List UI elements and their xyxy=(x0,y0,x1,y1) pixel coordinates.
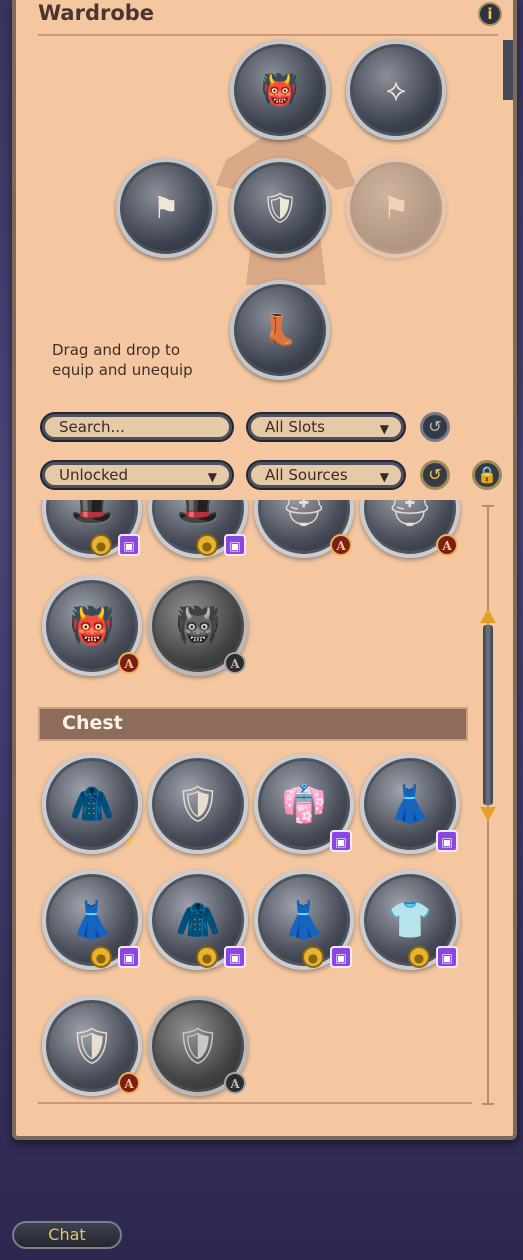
slot-filter-value: All Slots xyxy=(265,418,325,436)
right-hand-slot[interactable]: ⚑ xyxy=(346,158,446,258)
panel-title: Wardrobe xyxy=(38,1,155,25)
item-tile[interactable]: 🛡 A xyxy=(148,996,248,1096)
item-tile[interactable]: 👗 ▣ xyxy=(360,754,460,854)
item-tile[interactable]: ⛑ A xyxy=(360,500,460,558)
item-tile[interactable]: 👹 A xyxy=(148,576,248,676)
chevron-down-icon: ▼ xyxy=(379,422,389,436)
achievement-icon: A xyxy=(118,1072,140,1094)
oni-mask-helmet-icon: 👹 xyxy=(261,72,299,108)
banner-staff-faded-icon: ⚑ xyxy=(382,190,410,226)
item-tile[interactable]: 👗 ● ▣ xyxy=(42,870,142,970)
scrollbar-thumb-bar xyxy=(483,625,493,805)
hat-icon: 🎩 xyxy=(69,500,115,529)
title-divider xyxy=(38,34,498,36)
section-header-chest: Chest xyxy=(38,707,468,741)
item-tile[interactable]: 👗 ● ▣ xyxy=(254,870,354,970)
chat-button[interactable]: Chat xyxy=(12,1221,122,1249)
twitch-icon: ▣ xyxy=(436,830,458,852)
info-icon[interactable]: i xyxy=(478,2,502,26)
chevron-down-icon: ▼ xyxy=(207,470,217,484)
left-hand-slot[interactable]: ⚑ xyxy=(116,158,216,258)
achievement-icon: A xyxy=(118,652,140,674)
scroll-up-arrow-icon xyxy=(480,609,496,623)
twitch-icon: ▣ xyxy=(330,946,352,968)
status-filter-value: Unlocked xyxy=(59,466,128,484)
coin-icon: ● xyxy=(196,946,218,968)
drag-hint-line1: Drag and drop to xyxy=(52,341,181,359)
scrollbar-cap-top xyxy=(482,505,494,507)
red-armor-chest-icon: 🛡 xyxy=(260,190,300,226)
coin-icon: ● xyxy=(196,534,218,556)
blue-dress-chest-icon: 👗 xyxy=(69,900,115,941)
twitch-icon: ▣ xyxy=(436,946,458,968)
white-dress-chest-icon: 👗 xyxy=(281,900,327,941)
twitch-icon: ▣ xyxy=(224,534,246,556)
achievement-icon: A xyxy=(224,1072,246,1094)
oni-mask-helmet-icon: 👹 xyxy=(69,606,115,647)
source-filter-value: All Sources xyxy=(265,466,348,484)
twitch-icon: ▣ xyxy=(118,946,140,968)
item-tile[interactable]: 👕 ● ▣ xyxy=(360,870,460,970)
red-armor-chest-icon: 🛡 xyxy=(69,1026,115,1067)
coin-icon: ● xyxy=(90,534,112,556)
feet-slot[interactable]: 👢 xyxy=(230,280,330,380)
chevron-down-icon: ▼ xyxy=(379,470,389,484)
hat-icon: 🎩 xyxy=(175,500,221,529)
wardrobe-panel: Wardrobe i 👹 ⟡ ⚑ 🛡 ⚑ 👢 Drag and drop to … xyxy=(12,0,517,1140)
lock-icon[interactable]: 🔒 xyxy=(472,460,502,490)
source-filter-dropdown[interactable]: All Sources ▼ xyxy=(248,462,404,488)
bow-icon: ➶ xyxy=(230,830,244,849)
oni-mask-helmet-grey-icon: 👹 xyxy=(175,606,221,647)
scrollbar[interactable] xyxy=(480,505,496,1105)
drag-hint: Drag and drop to equip and unequip xyxy=(52,340,193,380)
item-tile[interactable]: 👹 A xyxy=(42,576,142,676)
item-tile[interactable]: 🛡 A xyxy=(42,996,142,1096)
shirt-vest-chest-icon: 👕 xyxy=(387,900,433,941)
drag-hint-line2: equip and unequip xyxy=(52,361,193,379)
reset-filters-icon[interactable]: ↺ xyxy=(420,460,450,490)
red-boots-icon: 👢 xyxy=(261,312,299,348)
back-slot[interactable]: ⟡ xyxy=(346,40,446,140)
helmet-icon: ⛑ xyxy=(281,500,327,529)
coin-icon: ● xyxy=(90,946,112,968)
item-tile[interactable]: ⛑ A xyxy=(254,500,354,558)
banner-staff-icon: ⚑ xyxy=(152,190,180,226)
item-tile[interactable]: 🧥 ● ▣ xyxy=(148,870,248,970)
scrollbar-thumb[interactable] xyxy=(480,609,496,821)
item-tile[interactable]: 🎩 ● ▣ xyxy=(42,500,142,558)
achievement-icon: A xyxy=(224,652,246,674)
twitch-icon: ▣ xyxy=(118,534,140,556)
status-filter-dropdown[interactable]: Unlocked ▼ xyxy=(42,462,232,488)
slot-filter-dropdown[interactable]: All Slots ▼ xyxy=(248,414,404,440)
helmet-icon: ⛑ xyxy=(387,500,433,529)
item-tile[interactable]: 🎩 ● ▣ xyxy=(148,500,248,558)
coin-icon: ● xyxy=(408,946,430,968)
twitch-icon: ▣ xyxy=(330,830,352,852)
dark-armor-chest-icon: 🛡 xyxy=(175,784,221,825)
achievement-icon: A xyxy=(436,534,458,556)
purple-tunic-chest-icon: 👘 xyxy=(281,784,327,825)
bow-icon: ➶ xyxy=(124,830,138,849)
green-dress-chest-icon: 👗 xyxy=(387,784,433,825)
scrollbar-cap-bottom xyxy=(482,1103,494,1105)
grid-bottom-divider xyxy=(38,1102,472,1104)
twitch-icon: ▣ xyxy=(224,946,246,968)
red-armor-chest-grey-icon: 🛡 xyxy=(175,1026,221,1067)
cape-icon: ⟡ xyxy=(386,72,406,108)
item-grid: 🎩 ● ▣ 🎩 ● ▣ ⛑ A ⛑ A 👹 A 👹 A 🧥 ➶ 🛡 ➶ 👘 ▣ 👗 ▣ 👗 ● ▣ 🧥 ● ▣ … xyxy=(16,500,486,1100)
item-tile[interactable]: 🧥 ➶ xyxy=(42,754,142,854)
chest-slot[interactable]: 🛡 xyxy=(230,158,330,258)
item-tile[interactable]: 👘 ▣ xyxy=(254,754,354,854)
reset-search-icon[interactable]: ↺ xyxy=(420,412,450,442)
achievement-icon: A xyxy=(330,534,352,556)
head-slot[interactable]: 👹 xyxy=(230,40,330,140)
search-placeholder: Search... xyxy=(59,418,125,436)
brown-robe-chest-icon: 🧥 xyxy=(175,900,221,941)
fur-coat-chest-icon: 🧥 xyxy=(69,784,115,825)
scroll-down-arrow-icon xyxy=(480,807,496,821)
search-input[interactable]: Search... xyxy=(42,414,232,440)
item-tile[interactable]: 🛡 ➶ xyxy=(148,754,248,854)
coin-icon: ● xyxy=(302,946,324,968)
panel-edge-tab[interactable] xyxy=(503,40,513,100)
